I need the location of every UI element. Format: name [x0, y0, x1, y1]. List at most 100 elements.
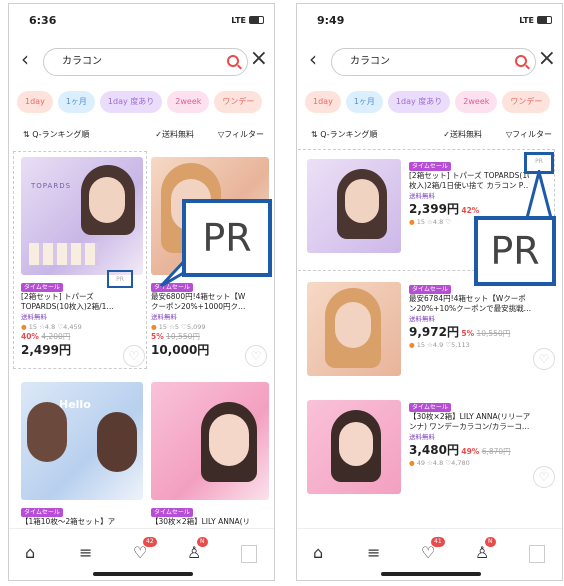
- product-title: [2箱セット] トパーズ: [21, 292, 94, 301]
- filter-button[interactable]: ▽フィルター: [218, 129, 264, 140]
- chip-1day[interactable]: 1day: [305, 91, 341, 113]
- chip-1month[interactable]: 1ヶ月: [345, 91, 383, 113]
- sort-ranking[interactable]: ⇅ Q-ランキング順: [311, 129, 377, 140]
- time-sale-tag: タイムセール: [21, 283, 63, 292]
- discount-rate: 5%: [461, 329, 475, 338]
- sort-bar: ⇅ Q-ランキング順 ✓送料無料 ▽フィルター: [9, 129, 274, 143]
- pr-callout-pointer: [525, 170, 553, 220]
- back-arrow-icon[interactable]: ‹: [21, 49, 29, 69]
- pr-callout-box: PR: [182, 199, 272, 277]
- menu-icon[interactable]: ≡: [367, 543, 380, 562]
- chip-1month[interactable]: 1ヶ月: [57, 91, 95, 113]
- rating-row: ● 15 ☆5 ♡5,099: [151, 322, 269, 332]
- original-price: 10,550円: [166, 332, 200, 341]
- status-time: 6:36: [29, 14, 57, 27]
- home-icon[interactable]: ⌂: [313, 543, 323, 562]
- sort-bar: ⇅ Q-ランキング順 ✓送料無料 ▽フィルター: [297, 129, 562, 143]
- favorite-heart-icon[interactable]: ♡: [533, 348, 555, 370]
- time-sale-tag: タイムセール: [151, 508, 193, 517]
- filter-button[interactable]: ▽フィルター: [506, 129, 552, 140]
- rating-text: 15 ☆4.9 ♡5,113: [416, 341, 470, 349]
- product-title-2: ンナ) ワンデーカラコン/カラーコ…: [409, 422, 530, 431]
- filter-chips: 1day 1ヶ月 1day 度あり 2week ワンデー: [17, 89, 267, 113]
- free-shipping-filter[interactable]: ✓送料無料: [155, 129, 194, 140]
- user-icon[interactable]: ♙ N: [187, 537, 208, 562]
- product-row[interactable]: タイムセール 【30枚×2箱】LILY ANNA(リリーア ンナ) ワンデーカラ…: [307, 400, 557, 500]
- battery-icon: [249, 16, 264, 24]
- time-sale-tag: タイムセール: [409, 285, 451, 294]
- model-face: [339, 422, 373, 466]
- chip-oneday[interactable]: ワンデー: [502, 91, 551, 113]
- product-info: タイムセール 【30枚×2箱】LILY ANNA(リリーア ンナ) ワンデーカラ…: [409, 402, 554, 468]
- product-info: タイムセール 最安6784円!4箱セット【Wクーポ ン20%+10%クーポンで最…: [409, 284, 554, 350]
- battery-icon: [537, 16, 552, 24]
- sale-price: 9,972円: [409, 325, 459, 339]
- back-arrow-icon[interactable]: ‹: [309, 49, 317, 69]
- chip-1day[interactable]: 1day: [17, 91, 53, 113]
- signal-indicator: LTE: [519, 16, 534, 25]
- recent-item-thumbnail[interactable]: [241, 545, 257, 563]
- product-row[interactable]: タイムセール 最安6784円!4箱セット【Wクーポ ン20%+10%クーポンで最…: [307, 282, 557, 378]
- search-icon[interactable]: [515, 55, 527, 67]
- home-icon[interactable]: ⌂: [25, 543, 35, 562]
- sale-price: 3,480円: [409, 443, 459, 457]
- signal-indicator: LTE: [231, 16, 246, 25]
- user-badge: N: [485, 537, 496, 547]
- discount-rate: 49%: [461, 447, 480, 456]
- recent-item-thumbnail[interactable]: [529, 545, 545, 563]
- user-icon[interactable]: ♙ N: [475, 537, 496, 562]
- product-title-2: クーポン20%+1000円ク…: [151, 302, 246, 311]
- model-photo-2: [97, 412, 137, 472]
- original-price: 4,200円: [41, 332, 71, 341]
- chip-1day-prescription[interactable]: 1day 度あり: [387, 91, 451, 113]
- free-shipping-label: 送料無料: [21, 313, 47, 321]
- home-indicator: [381, 572, 481, 576]
- rating-text: 15 ☆5 ♡5,099: [158, 323, 206, 331]
- points-icon: ●: [409, 459, 415, 467]
- model-photo: [27, 402, 67, 462]
- chip-oneday[interactable]: ワンデー: [214, 91, 263, 113]
- heart-tab-icon[interactable]: ♡ 41: [421, 537, 445, 562]
- home-indicator: [93, 572, 193, 576]
- product-info: タイムセール 【30枚×2箱】LILY ANNA(リ: [151, 507, 269, 527]
- product-image: TOPARDS: [21, 157, 143, 275]
- favorite-heart-icon[interactable]: ♡: [245, 345, 267, 367]
- product-title-2: TOPARDS(10枚入)2箱/1…: [21, 302, 114, 311]
- rating-row: ● 15 ☆4.9 ♡5,113: [409, 340, 554, 350]
- search-input[interactable]: カラコン: [331, 48, 536, 76]
- left-phone-screen: 6:36 LTE ‹ カラコン × 1day 1ヶ月 1day 度あり 2week ワン…: [8, 3, 275, 581]
- time-sale-tag: タイムセール: [409, 162, 451, 171]
- chip-2week[interactable]: 2week: [455, 91, 498, 113]
- close-icon[interactable]: ×: [538, 46, 556, 71]
- free-shipping-label: 送料無料: [409, 315, 435, 323]
- product-image: [307, 400, 401, 494]
- favorite-heart-icon[interactable]: ♡: [123, 345, 145, 367]
- chip-1day-prescription[interactable]: 1day 度あり: [99, 91, 163, 113]
- sale-price: 2,399円: [409, 202, 459, 216]
- product-image-brand: TOPARDS: [31, 182, 72, 190]
- menu-icon[interactable]: ≡: [79, 543, 92, 562]
- chip-2week[interactable]: 2week: [167, 91, 210, 113]
- points-icon: ●: [151, 323, 157, 331]
- favorite-heart-icon[interactable]: ♡: [533, 466, 555, 488]
- heart-badge: 41: [431, 537, 445, 547]
- points-icon: ●: [21, 323, 27, 331]
- sort-ranking[interactable]: ⇅ Q-ランキング順: [23, 129, 89, 140]
- free-shipping-label: 送料無料: [409, 433, 435, 441]
- rating-text: 15 ☆4.8 ♡: [416, 218, 452, 226]
- free-shipping-filter[interactable]: ✓送料無料: [443, 129, 482, 140]
- model-face: [345, 179, 379, 223]
- search-icon[interactable]: [227, 55, 239, 67]
- discount-rate: 42%: [461, 206, 480, 215]
- product-title: [2箱セット] トパーズ TOPARDS(10: [409, 171, 529, 180]
- search-input[interactable]: カラコン: [43, 48, 248, 76]
- time-sale-tag: タイムセール: [409, 403, 451, 412]
- status-time: 9:49: [317, 14, 345, 27]
- product-title-2: ン20%+10%クーポンで最安挑戦…: [409, 304, 532, 313]
- heart-tab-icon[interactable]: ♡ 42: [133, 537, 157, 562]
- close-icon[interactable]: ×: [250, 46, 268, 71]
- lens-boxes: [29, 243, 99, 265]
- bottom-tab-bar: ⌂ ≡ ♡ 41 ♙ N: [297, 528, 562, 580]
- discount-rate: 5%: [151, 332, 164, 341]
- model-face: [209, 414, 249, 466]
